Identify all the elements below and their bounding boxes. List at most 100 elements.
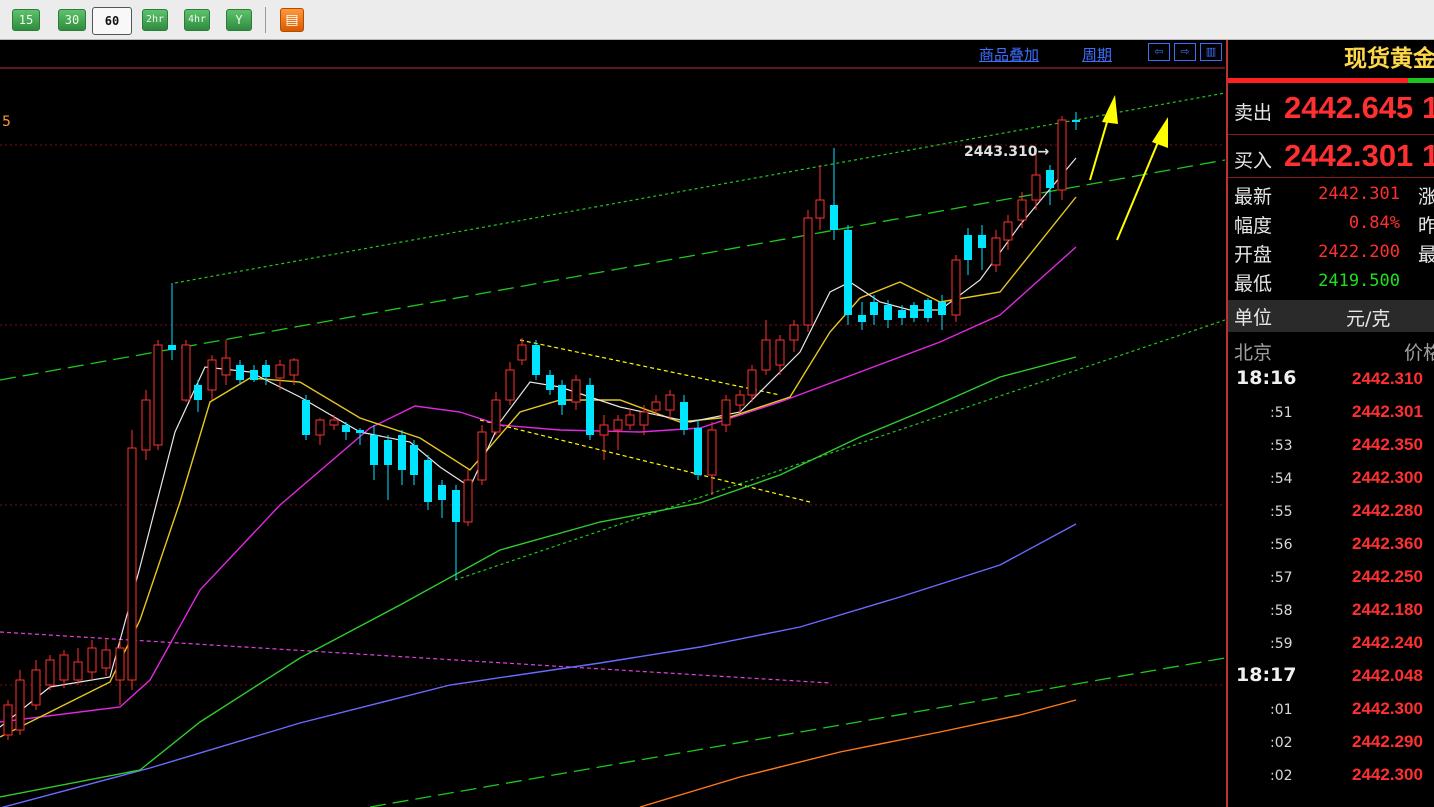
quote-panel: 现货黄金 卖出 2442.645 1 买入 2442.301 1 最新 2442…	[1226, 40, 1434, 807]
candle	[438, 480, 446, 518]
candle	[1057, 116, 1067, 200]
candle	[505, 362, 515, 405]
buy-label: 买入	[1234, 150, 1273, 172]
tick-time: :55	[1270, 504, 1293, 520]
candle	[789, 320, 799, 352]
timeframe-toolbar: 15 30 60 2hr 4hr Y ▤	[0, 0, 1434, 40]
candle	[599, 415, 609, 460]
candle	[694, 420, 702, 480]
timeframe-30-button[interactable]: 30	[58, 9, 86, 31]
candle	[452, 485, 460, 580]
tick-time: 18:17	[1236, 664, 1297, 686]
toolbar-divider	[265, 7, 266, 33]
candle	[571, 375, 581, 410]
tick-row: 18:17 2442.048	[1228, 661, 1434, 694]
candle	[250, 365, 258, 382]
candle	[59, 650, 69, 688]
candle	[1072, 112, 1080, 130]
city-label: 北京	[1234, 342, 1273, 364]
candle	[398, 430, 406, 485]
up-arrow-annotation-1	[1089, 95, 1118, 181]
tick-price: 2442.240	[1352, 633, 1423, 652]
candle	[884, 300, 892, 328]
timeframe-year-button[interactable]: Y	[226, 9, 252, 31]
timeframe-15-button[interactable]: 15	[12, 9, 40, 31]
candle	[73, 648, 83, 685]
candlestick-chart[interactable]: 5 2443.310→	[0, 40, 1225, 807]
candle	[302, 395, 310, 440]
tick-row: :56 2442.360	[1228, 529, 1434, 562]
tick-time: :57	[1270, 570, 1293, 586]
buy-extra: 1	[1422, 138, 1434, 174]
candle	[721, 395, 731, 432]
candle	[410, 440, 418, 485]
timeframe-4hr-button[interactable]: 4hr	[184, 9, 210, 31]
sell-volume-bar	[1228, 78, 1408, 83]
candle	[924, 298, 932, 322]
chart-nav-icons: ⇦ ⇨ ▥	[1148, 43, 1224, 63]
candle	[115, 640, 125, 705]
candle	[181, 340, 191, 402]
arrow-right-icon[interactable]: ⇨	[1174, 43, 1196, 61]
candle	[342, 422, 350, 440]
tick-row: :59 2442.240	[1228, 628, 1434, 661]
candle	[370, 425, 378, 480]
tick-row: :55 2442.280	[1228, 496, 1434, 529]
open-value: 2422.200	[1318, 242, 1400, 262]
divider	[1228, 134, 1434, 135]
tick-time: :02	[1270, 768, 1293, 784]
candle	[31, 660, 41, 710]
buy-row: 买入 2442.301 1	[1228, 136, 1434, 176]
candle	[707, 422, 717, 495]
tick-time: :02	[1270, 735, 1293, 751]
candle	[532, 340, 540, 380]
divider	[1228, 177, 1434, 178]
candle	[613, 415, 623, 450]
tick-row: :02 2442.290	[1228, 727, 1434, 760]
candle	[236, 360, 244, 385]
candle	[665, 390, 675, 420]
tick-price: 2442.350	[1352, 435, 1423, 454]
candle	[384, 435, 392, 500]
candle	[315, 418, 325, 445]
panel-layout-icon[interactable]: ▥	[1200, 43, 1222, 61]
overlay-link[interactable]: 商品叠加	[979, 44, 1039, 65]
tick-time: :59	[1270, 636, 1293, 652]
sell-row: 卖出 2442.645 1	[1228, 88, 1434, 128]
tick-time: 18:16	[1236, 367, 1297, 389]
tick-time: :51	[1270, 405, 1293, 421]
k-chart-icon[interactable]: ▤	[280, 8, 304, 32]
arrow-left-icon[interactable]: ⇦	[1148, 43, 1170, 61]
tick-row: :02 2442.300	[1228, 760, 1434, 793]
city-row: 北京 价格	[1228, 334, 1434, 366]
candle	[546, 370, 554, 395]
tick-row: :53 2442.350	[1228, 430, 1434, 463]
candle	[15, 670, 25, 735]
candle	[491, 392, 501, 435]
candle	[558, 380, 566, 415]
candle	[803, 210, 813, 332]
prev-close-label: 昨	[1418, 211, 1434, 238]
instrument-title: 现货黄金	[1344, 45, 1434, 72]
candle	[938, 295, 946, 330]
tick-price: 2442.300	[1352, 699, 1423, 718]
tick-time: :58	[1270, 603, 1293, 619]
price-column-label: 价格	[1404, 342, 1434, 364]
timeframe-2hr-button[interactable]: 2hr	[142, 9, 168, 31]
tick-price: 2442.300	[1352, 468, 1423, 487]
buy-volume-bar	[1408, 78, 1434, 83]
candle	[101, 638, 111, 676]
channel-bottom-line	[369, 657, 1225, 807]
open-label: 开盘	[1234, 244, 1273, 266]
tick-row: :54 2442.300	[1228, 463, 1434, 496]
candle	[424, 455, 432, 510]
timeframe-60-button[interactable]: 60	[92, 7, 132, 35]
period-link[interactable]: 周期	[1082, 44, 1112, 65]
info-row-low: 最低 2419.500	[1228, 267, 1434, 295]
tick-row: :51 2442.301	[1228, 397, 1434, 430]
tick-row: :01 2442.300	[1228, 694, 1434, 727]
candle	[87, 640, 97, 680]
tick-price: 2442.310	[1352, 369, 1423, 388]
tick-time: :56	[1270, 537, 1293, 553]
tick-row: 18:16 2442.310	[1228, 364, 1434, 397]
